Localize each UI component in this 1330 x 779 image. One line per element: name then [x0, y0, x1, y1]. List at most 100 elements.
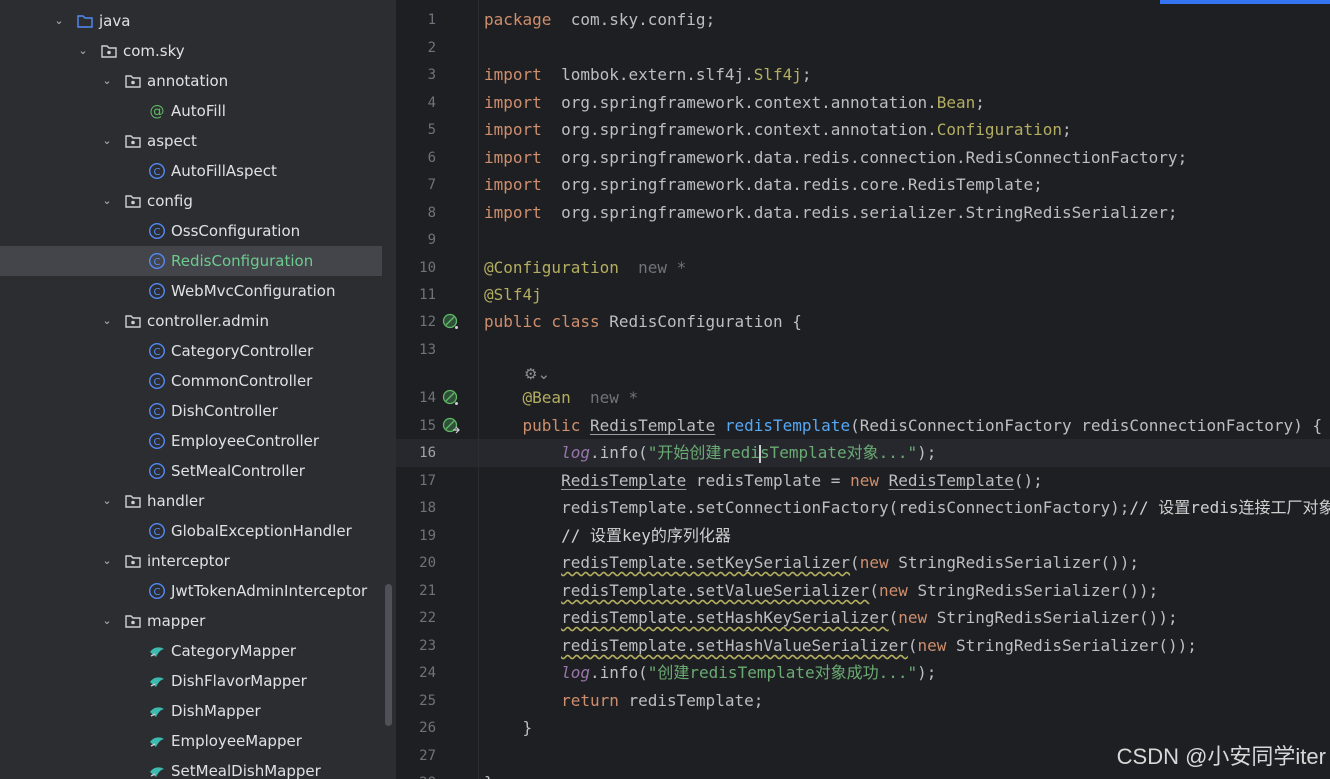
- code-line[interactable]: @Slf4j: [484, 281, 542, 309]
- spring-bean-gutter-icon[interactable]: [442, 417, 460, 435]
- code-line[interactable]: // 设置key的序列化器: [484, 522, 731, 550]
- chevron-down-icon[interactable]: ⌄: [100, 546, 114, 576]
- tree-item[interactable]: C GlobalExceptionHandler: [0, 516, 382, 546]
- code-line[interactable]: redisTemplate.setHashKeySerializer(new S…: [484, 604, 1178, 632]
- tree-item[interactable]: C JwtTokenAdminInterceptor: [0, 576, 382, 606]
- tree-item[interactable]: C DishController: [0, 396, 382, 426]
- code-line[interactable]: package com.sky.config;: [484, 6, 715, 34]
- code-line[interactable]: redisTemplate.setKeySerializer(new Strin…: [484, 549, 1139, 577]
- code-token: StringRedisSerializer());: [927, 608, 1178, 627]
- inlay-hint-icons[interactable]: ⚙⌄: [524, 362, 550, 386]
- chevron-down-icon[interactable]: ⌄: [100, 186, 114, 216]
- tree-item[interactable]: ⌄ annotation: [0, 66, 382, 96]
- tree-item[interactable]: C SetMealController: [0, 456, 382, 486]
- spring-bean-gutter-icon[interactable]: [442, 389, 460, 407]
- package-icon: [124, 492, 142, 510]
- tree-item-label: SetMealController: [171, 462, 305, 480]
- tree-scrollbar[interactable]: [385, 584, 392, 726]
- code-line[interactable]: @Bean new *: [484, 384, 639, 412]
- tree-item[interactable]: ⌄ mapper: [0, 606, 382, 636]
- tree-item-label: EmployeeController: [171, 432, 320, 450]
- spring-bean-gutter-icon[interactable]: [442, 313, 460, 331]
- tree-item[interactable]: C CategoryController: [0, 336, 382, 366]
- code-line[interactable]: import org.springframework.context.annot…: [484, 116, 1072, 144]
- code-line[interactable]: import org.springframework.context.annot…: [484, 89, 985, 117]
- tree-item[interactable]: C RedisConfiguration: [0, 246, 382, 276]
- code-line[interactable]: import org.springframework.data.redis.se…: [484, 199, 1178, 227]
- code-token: // 设置redis连接工厂对象: [1129, 498, 1330, 517]
- tree-item[interactable]: C WebMvcConfiguration: [0, 276, 382, 306]
- code-token: .info(: [589, 663, 648, 682]
- code-token: }: [484, 718, 533, 737]
- line-number: 12: [419, 314, 436, 330]
- code-line[interactable]: RedisTemplate redisTemplate = new RedisT…: [484, 467, 1043, 495]
- line-number: 2: [427, 40, 436, 56]
- mapper-icon: [148, 732, 166, 750]
- tree-item[interactable]: ⌄ controller.admin: [0, 306, 382, 336]
- code-line[interactable]: import org.springframework.data.redis.co…: [484, 171, 1043, 199]
- code-line[interactable]: redisTemplate.setHashValueSerializer(new…: [484, 632, 1197, 660]
- code-line[interactable]: log.info("开始创建redisTemplate对象...");: [484, 439, 936, 467]
- tree-item[interactable]: CategoryMapper: [0, 636, 382, 666]
- tree-item-label: RedisConfiguration: [171, 252, 314, 270]
- line-number: 9: [427, 232, 436, 248]
- code-line[interactable]: redisTemplate.setConnectionFactory(redis…: [484, 494, 1330, 522]
- chevron-down-icon[interactable]: ⌄: [100, 126, 114, 156]
- tree-item[interactable]: DishMapper: [0, 696, 382, 726]
- line-number: 21: [419, 583, 436, 599]
- settings-icon: ⚙: [524, 365, 538, 383]
- code-line[interactable]: @Configuration new *: [484, 254, 686, 282]
- chevron-down-icon[interactable]: ⌄: [100, 486, 114, 516]
- code-editor[interactable]: ⚙⌄ 1 package com.sky.config; 2 3 import lomb…: [396, 0, 1330, 779]
- code-token: import: [484, 120, 542, 139]
- tree-item[interactable]: C CommonController: [0, 366, 382, 396]
- tree-item[interactable]: ⌄ aspect: [0, 126, 382, 156]
- tree-item[interactable]: DishFlavorMapper: [0, 666, 382, 696]
- tree-item-label: DishController: [171, 402, 278, 420]
- code-line[interactable]: }: [484, 769, 494, 779]
- class-icon: C: [148, 402, 166, 420]
- tree-item[interactable]: C OssConfiguration: [0, 216, 382, 246]
- code-token: ;: [801, 65, 812, 84]
- chevron-down-icon[interactable]: ⌄: [100, 306, 114, 336]
- line-number: 28: [396, 769, 436, 779]
- tree-item[interactable]: @ AutoFill: [0, 96, 382, 126]
- class-icon: C: [148, 582, 166, 600]
- tree-item[interactable]: ⌄ config: [0, 186, 382, 216]
- tree-item[interactable]: C AutoFillAspect: [0, 156, 382, 186]
- code-line[interactable]: public class RedisConfiguration {: [484, 308, 802, 336]
- tree-item-label: annotation: [147, 72, 229, 90]
- chevron-down-icon[interactable]: ⌄: [76, 36, 90, 66]
- tree-item[interactable]: SetMealDishMapper: [0, 756, 382, 779]
- chevron-down-icon[interactable]: ⌄: [100, 66, 114, 96]
- tree-item[interactable]: ⌄ com.sky: [0, 36, 382, 66]
- code-token: import: [484, 148, 542, 167]
- code-line[interactable]: import lombok.extern.slf4j.Slf4j;: [484, 61, 812, 89]
- code-line[interactable]: log.info("创建redisTemplate对象成功...");: [484, 659, 936, 687]
- chevron-down-icon[interactable]: ⌄: [100, 606, 114, 636]
- tree-item[interactable]: ⌄ java: [0, 6, 382, 36]
- tree-item-label: JwtTokenAdminInterceptor: [171, 582, 368, 600]
- package-icon: [100, 42, 118, 60]
- code-line[interactable]: return redisTemplate;: [484, 687, 763, 715]
- tree-item[interactable]: ⌄ handler: [0, 486, 382, 516]
- code-line[interactable]: import org.springframework.data.redis.co…: [484, 144, 1187, 172]
- code-token: redisTemplate.setConnectionFactory(redis…: [484, 498, 1130, 517]
- code-line[interactable]: redisTemplate.setValueSerializer(new Str…: [484, 577, 1158, 605]
- annotation-icon: @: [148, 102, 166, 120]
- code-token: RedisTemplate: [589, 416, 716, 435]
- code-line[interactable]: public RedisTemplate redisTemplate(Redis…: [484, 412, 1323, 440]
- tree-item[interactable]: EmployeeMapper: [0, 726, 382, 756]
- tree-item[interactable]: C EmployeeController: [0, 426, 382, 456]
- project-tree: ⌄ java ⌄ com.sky ⌄ annotation @ AutoFill ⌄ aspect…: [0, 0, 396, 779]
- code-line[interactable]: }: [484, 714, 533, 742]
- code-token: redisTemplate.setValueSerializer: [561, 581, 870, 600]
- chevron-down-icon[interactable]: ⌄: [52, 6, 66, 36]
- tree-item[interactable]: ⌄ interceptor: [0, 546, 382, 576]
